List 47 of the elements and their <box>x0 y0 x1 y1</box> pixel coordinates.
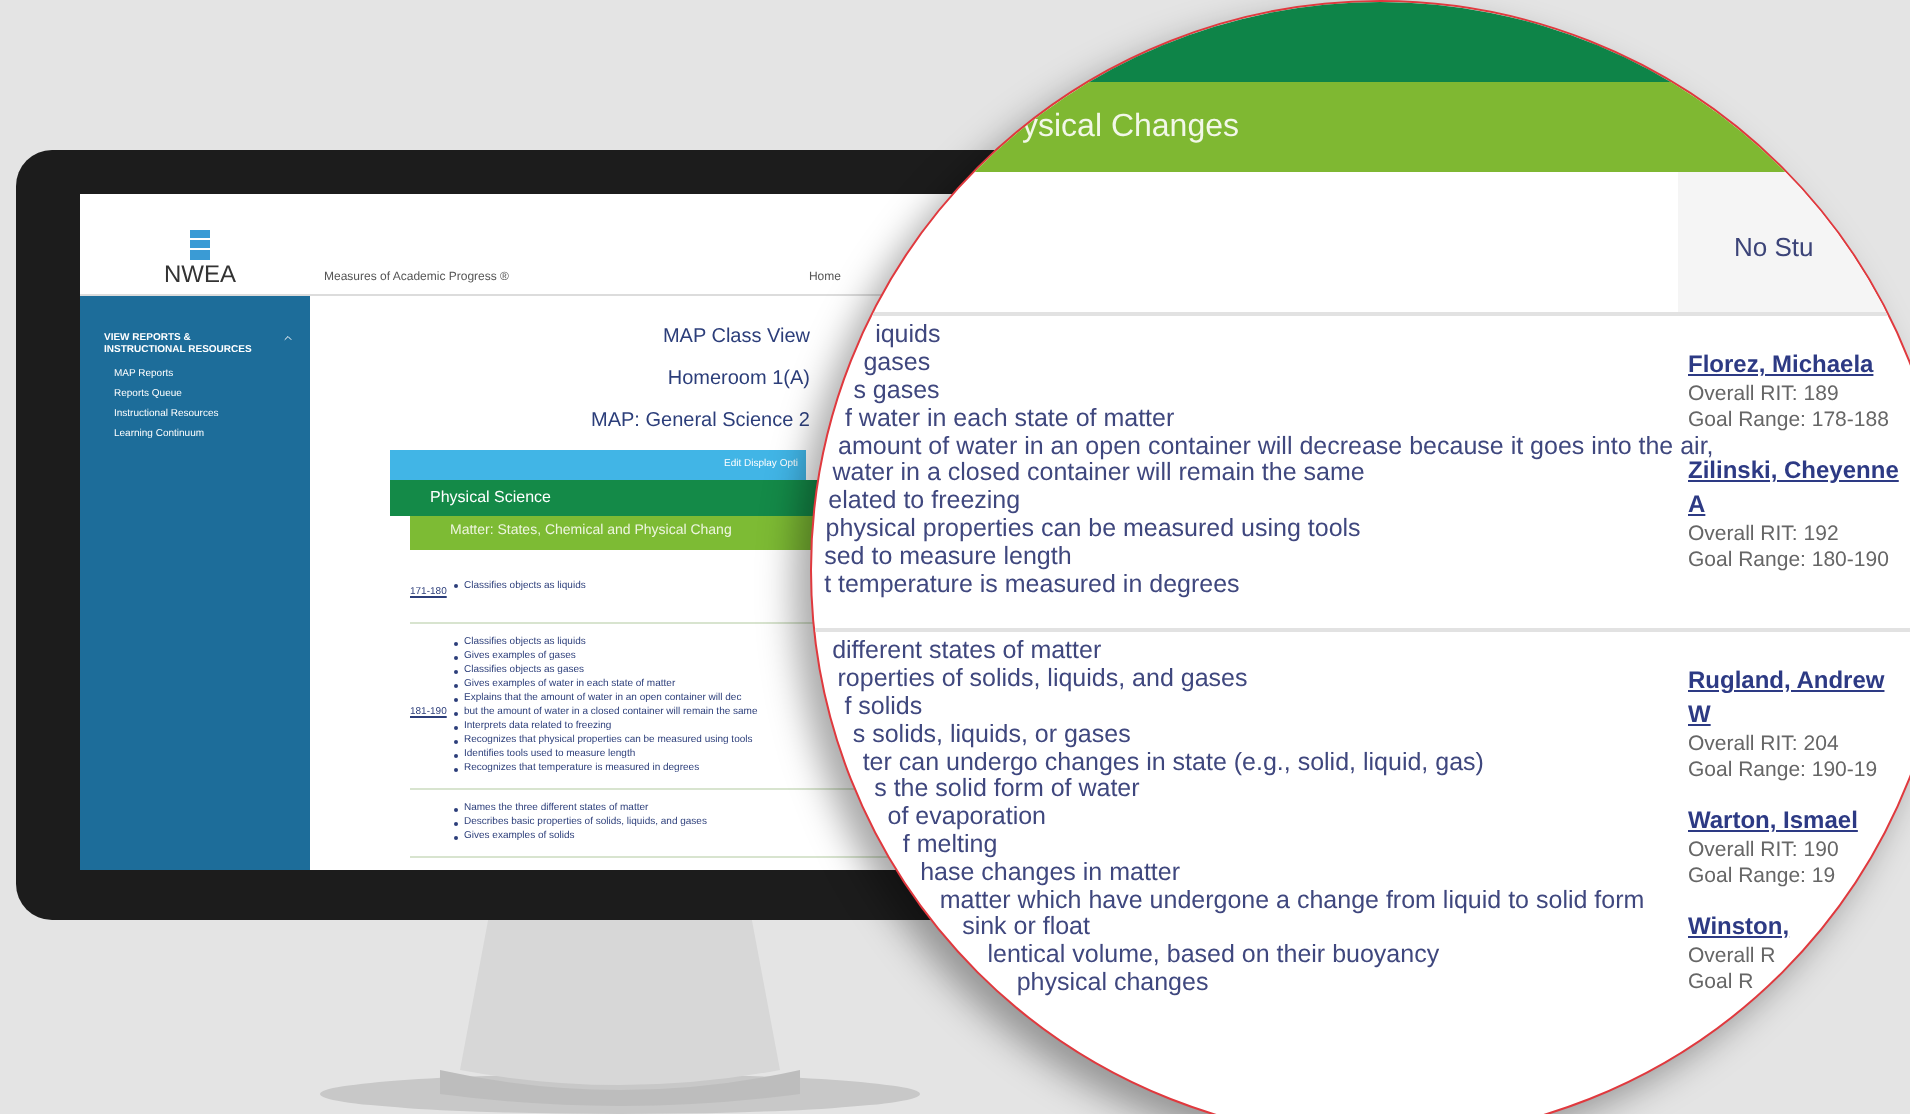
goal-range-text: Goal Range: 190-19 <box>1688 758 1880 784</box>
skill-text: sed to measure length <box>824 543 1072 570</box>
goal-range-text: Goal Range: 180-190 <box>1688 548 1891 574</box>
skill-text: elated to freezing <box>828 488 1021 515</box>
overall-rit-text: Overall RIT: 192 <box>1688 522 1841 548</box>
skill-text: ter can undergo changes in state (e.g., solid, liquid, gas) <box>862 749 1484 776</box>
skill-text: matter which have undergone a change from liquid to solid form <box>939 887 1645 914</box>
skill-text: f solids <box>844 693 923 720</box>
skill-text: f water in each state of matter <box>844 405 1175 432</box>
student-name-link[interactable]: Rugland, Andrew W <box>1688 664 1910 732</box>
skill-text: s the solid form of water <box>874 776 1140 803</box>
logo-bars-icon <box>190 230 210 262</box>
skill-text: roperties of solids, liquids, and gases <box>837 666 1248 693</box>
goal-title: Physical Science <box>430 486 551 510</box>
skill-text: f melting <box>902 831 998 858</box>
goal-range-text: Goal R <box>1688 970 1756 996</box>
skill-text: sink or float <box>962 914 1090 941</box>
skill-text: amount of water in an open container will decrease because it goes into the air, <box>838 433 1714 460</box>
chevron-up-icon[interactable] <box>282 332 294 344</box>
skill-text: water in a closed container will remain the same <box>832 460 1365 487</box>
skill-text: s gases <box>853 377 940 404</box>
skill-text: t temperature is measured in degrees <box>824 571 1240 598</box>
skill-text: of evaporation <box>887 804 1047 831</box>
skill-text: iquids <box>875 322 941 349</box>
student-name-link[interactable]: Zilinski, Cheyenne A <box>1688 454 1910 522</box>
student-name-link[interactable]: Winston, <box>1688 910 1910 944</box>
report-heading: Homeroom 1(A) <box>667 368 810 390</box>
student-name-link[interactable]: Warton, Ismael <box>1688 804 1910 838</box>
overall-rit-text: Overall RIT: 189 <box>1688 382 1841 408</box>
logo-text: NWEA <box>164 262 236 288</box>
goal-title: ysical Changes <box>1022 107 1239 147</box>
overall-rit-text: Overall RIT: 204 <box>1688 732 1841 758</box>
column-header-text: No Stu <box>1734 232 1814 262</box>
student-name-link[interactable]: Florez, Michaela <box>1688 348 1910 382</box>
overall-rit-text: Overall R <box>1688 944 1778 970</box>
report-heading: MAP Class View <box>662 326 810 348</box>
goal-range-text: Goal Range: 19 <box>1688 864 1838 890</box>
goal-range-text: Goal Range: 178-188 <box>1688 408 1891 434</box>
skill-text: different states of matter <box>832 638 1102 665</box>
overall-rit-text: Overall RIT: 190 <box>1688 838 1841 864</box>
skill-text: s solids, liquids, or gases <box>852 721 1131 748</box>
report-heading: MAP: General Science 2 <box>591 410 810 432</box>
skill-text: physical properties can be measured using tools <box>825 515 1361 542</box>
skill-text: physical changes <box>1016 969 1209 996</box>
skill-text: hase changes in matter <box>920 859 1181 886</box>
skill-text: gases <box>863 350 931 377</box>
skill-text: lentical volume, based on their buoyancy <box>987 942 1440 969</box>
